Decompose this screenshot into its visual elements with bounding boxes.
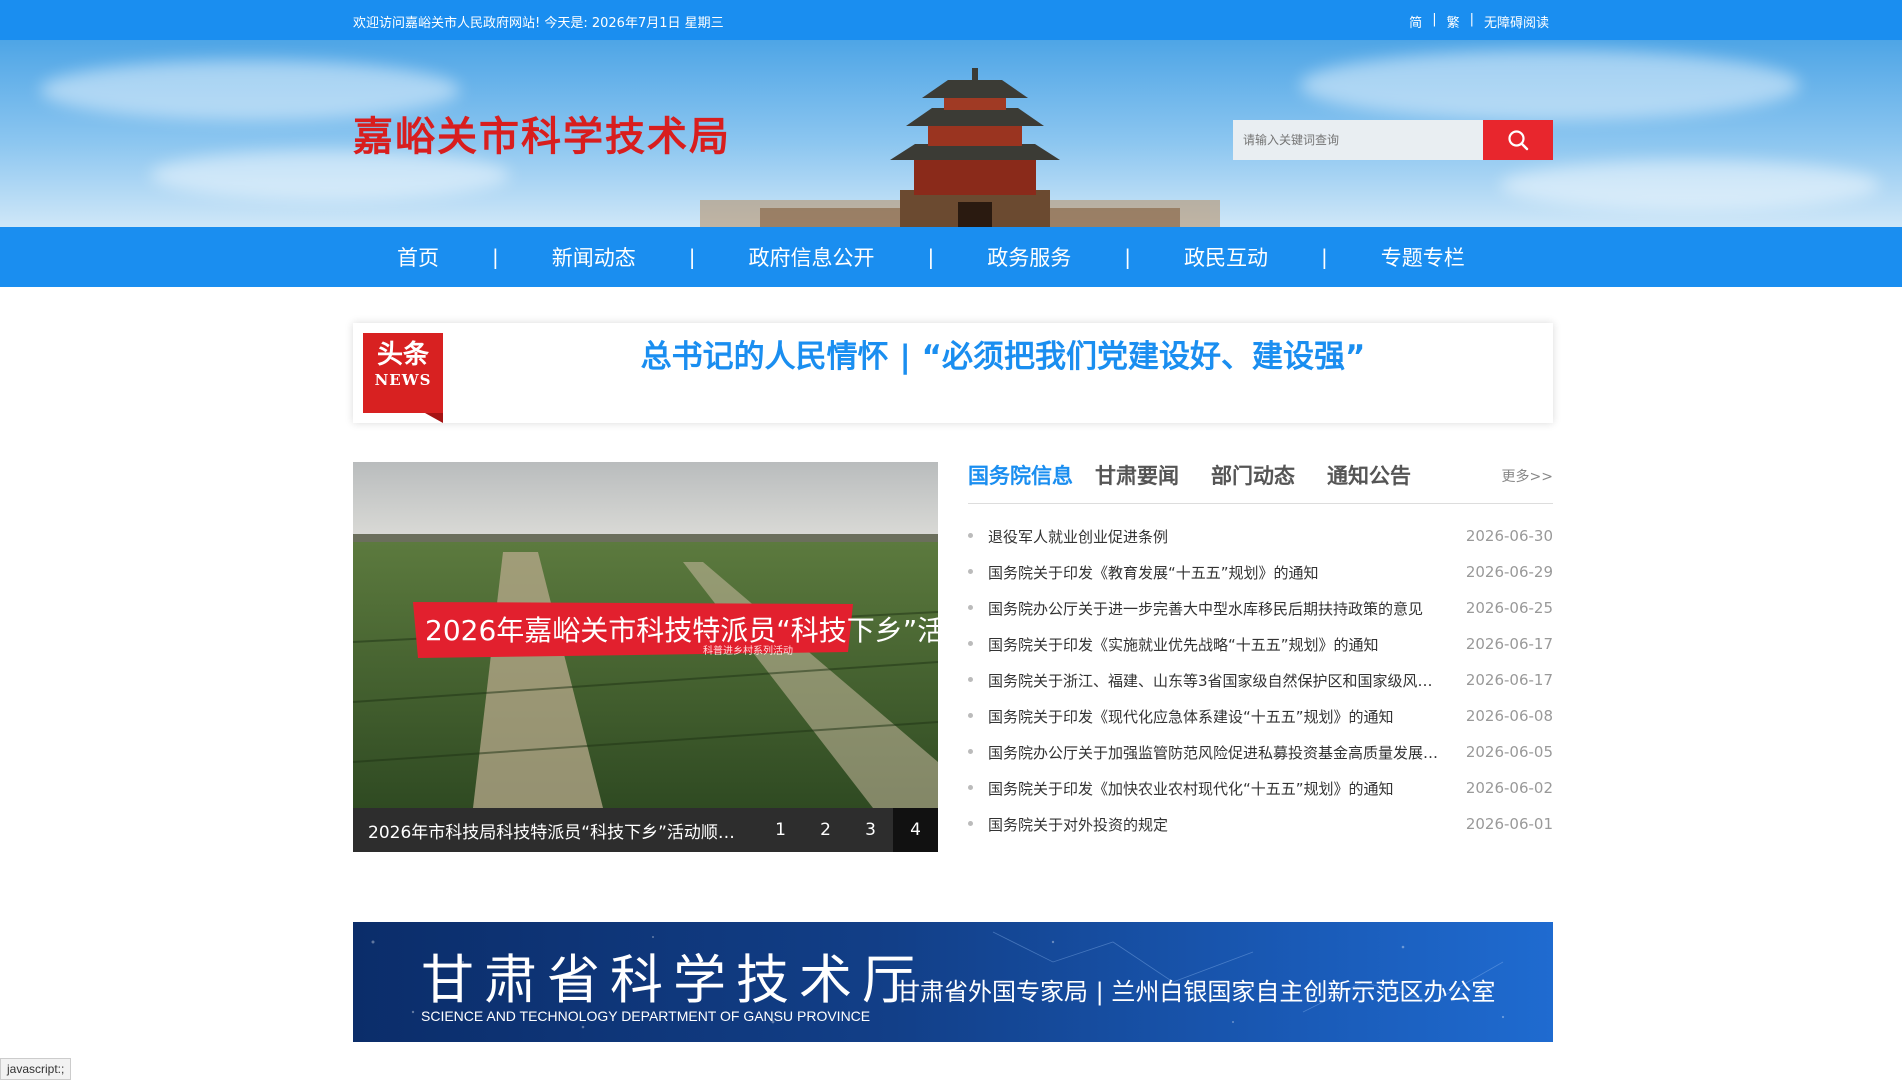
slider-dot-2[interactable]: 2: [803, 808, 848, 852]
bullet-icon: [968, 569, 973, 574]
news-date: 2026-06-17: [1465, 671, 1553, 689]
bullet-icon: [968, 677, 973, 682]
banner-cn-name: 甘肃省科学技术厅: [421, 950, 925, 1011]
badge-en-text: NEWS: [374, 371, 432, 389]
news-title-link[interactable]: 国务院办公厅关于加强监管防范风险促进私募投资基金高质量发展的意见: [988, 742, 1443, 763]
search-input[interactable]: [1233, 120, 1483, 160]
list-item: 国务院办公厅关于加强监管防范风险促进私募投资基金高质量发展的意见 2026-06-…: [968, 734, 1553, 770]
news-title-link[interactable]: 国务院办公厅关于进一步完善大中型水库移民后期扶持政策的意见: [988, 598, 1443, 619]
welcome-text: 欢迎访问嘉峪关市人民政府网站! 今天是: 2026年7月1日 星期三: [353, 16, 724, 31]
tab-gansu-news[interactable]: 甘肃要闻: [1095, 462, 1179, 490]
tab-state-council[interactable]: 国务院信息: [968, 462, 1073, 490]
site-header: 嘉峪关市科学技术局: [0, 40, 1902, 227]
list-item: 国务院关于对外投资的规定 2026-06-01: [968, 806, 1553, 842]
slider-banner-text: 2026年嘉峪关市科技特派员“科技下乡”活动: [425, 614, 938, 647]
news-title-link[interactable]: 国务院关于印发《加快农业农村现代化“十五五”规划》的通知: [988, 778, 1443, 799]
simplified-chinese-link[interactable]: 简: [1409, 12, 1422, 31]
list-item: 国务院关于印发《现代化应急体系建设“十五五”规划》的通知 2026-06-08: [968, 698, 1553, 734]
nav-separator: |: [927, 245, 935, 269]
nav-item-topics[interactable]: 专题专栏: [1381, 242, 1465, 272]
news-list: 退役军人就业创业促进条例 2026-06-30 国务院关于印发《教育发展“十五五”…: [968, 518, 1553, 842]
nav-item-news[interactable]: 新闻动态: [552, 242, 636, 272]
bullet-icon: [968, 713, 973, 718]
headline-link[interactable]: 总书记的人民情怀 | “必须把我们党建设好、建设强”: [453, 331, 1553, 376]
slider-photo[interactable]: 2026年嘉峪关市科技特派员“科技下乡”活动 科普进乡村系列活动: [353, 462, 938, 808]
news-date: 2026-06-25: [1465, 599, 1553, 617]
list-item: 国务院关于印发《加快农业农村现代化“十五五”规划》的通知 2026-06-02: [968, 770, 1553, 806]
browser-status-bar: javascript:;: [0, 1058, 72, 1080]
list-item: 国务院办公厅关于进一步完善大中型水库移民后期扶持政策的意见 2026-06-25: [968, 590, 1553, 626]
top-bar: 欢迎访问嘉峪关市人民政府网站! 今天是: 2026年7月1日 星期三 简 | 繁…: [0, 0, 1902, 40]
traditional-chinese-link[interactable]: 繁: [1447, 12, 1460, 31]
news-date: 2026-06-05: [1465, 743, 1553, 761]
slider-caption[interactable]: 2026年市科技局科技特派员“科技下乡”活动顺利开展: [353, 818, 743, 843]
nav-separator: |: [492, 245, 499, 269]
search-icon: [1508, 130, 1529, 151]
tools-separator: |: [1432, 12, 1437, 27]
bullet-icon: [968, 821, 973, 826]
slider-caption-bar: 2026年市科技局科技特派员“科技下乡”活动顺利开展 1 2 3 4: [353, 808, 938, 852]
news-panel: 国务院信息 甘肃要闻 部门动态 通知公告 更多>> 退役军人就业创业促进条例 20…: [968, 462, 1553, 842]
nav-item-gov-info[interactable]: 政府信息公开: [749, 242, 875, 272]
main-nav: 首页 | 新闻动态 | 政府信息公开 | 政务服务 | 政民互动 | 专题专栏: [0, 227, 1902, 287]
bullet-icon: [968, 749, 973, 754]
news-title-link[interactable]: 退役军人就业创业促进条例: [988, 526, 1443, 547]
tab-department-news[interactable]: 部门动态: [1211, 462, 1295, 490]
search-button[interactable]: [1483, 120, 1553, 160]
bullet-icon: [968, 785, 973, 790]
news-date: 2026-06-02: [1465, 779, 1553, 797]
slider-dot-1[interactable]: 1: [758, 808, 803, 852]
banner-subtitle: 甘肃省外国专家局 | 兰州白银国家自主创新示范区办公室: [896, 978, 1496, 1006]
bullet-icon: [968, 641, 973, 646]
news-title-link[interactable]: 国务院关于印发《教育发展“十五五”规划》的通知: [988, 562, 1443, 583]
news-title-link[interactable]: 国务院关于印发《现代化应急体系建设“十五五”规划》的通知: [988, 706, 1443, 727]
list-item: 国务院关于印发《实施就业优先战略“十五五”规划》的通知 2026-06-17: [968, 626, 1553, 662]
list-item: 国务院关于印发《教育发展“十五五”规划》的通知 2026-06-29: [968, 554, 1553, 590]
gansu-science-banner[interactable]: 甘肃省科学技术厅 SCIENCE AND TECHNOLOGY DEPARTME…: [353, 922, 1553, 1042]
news-title-link[interactable]: 国务院关于浙江、福建、山东等3省国家级自然保护区和国家级风景名胜区调整的批复: [988, 670, 1443, 691]
photo-slider: 2026年嘉峪关市科技特派员“科技下乡”活动 科普进乡村系列活动 2026年市科…: [353, 462, 938, 852]
badge-cn-text: 头条: [376, 340, 429, 370]
slider-dot-4[interactable]: 4: [893, 808, 938, 852]
news-date: 2026-06-08: [1465, 707, 1553, 725]
nav-separator: |: [1321, 245, 1328, 269]
nav-item-services[interactable]: 政务服务: [987, 242, 1071, 272]
banner-en-name: SCIENCE AND TECHNOLOGY DEPARTMENT OF GAN…: [421, 1008, 871, 1024]
nav-separator: |: [688, 245, 696, 269]
search-box: [1233, 120, 1553, 160]
bullet-icon: [968, 605, 973, 610]
bullet-icon: [968, 533, 973, 538]
jiayuguan-tower-image: [700, 68, 1220, 227]
news-date: 2026-06-30: [1465, 527, 1553, 545]
nav-item-interaction[interactable]: 政民互动: [1184, 242, 1268, 272]
news-date: 2026-06-17: [1465, 635, 1553, 653]
tab-notices[interactable]: 通知公告: [1327, 462, 1411, 490]
headline-box: 头条 NEWS 总书记的人民情怀 | “必须把我们党建设好、建设强”: [353, 323, 1553, 423]
news-title-link[interactable]: 国务院关于对外投资的规定: [988, 814, 1443, 835]
more-link[interactable]: 更多>>: [1502, 466, 1553, 486]
tools-separator: |: [1469, 12, 1474, 27]
site-title[interactable]: 嘉峪关市科学技术局: [353, 104, 731, 162]
news-date: 2026-06-29: [1465, 563, 1553, 581]
accessibility-link[interactable]: 无障碍阅读: [1484, 12, 1549, 31]
slider-pagination: 1 2 3 4: [758, 808, 938, 852]
nav-separator: |: [1124, 245, 1131, 269]
headline-news-badge: 头条 NEWS: [363, 333, 443, 423]
slider-banner-subtext: 科普进乡村系列活动: [703, 644, 793, 657]
news-tabs: 国务院信息 甘肃要闻 部门动态 通知公告 更多>>: [968, 462, 1553, 504]
top-tools: 简 | 繁 | 无障碍阅读: [1409, 12, 1549, 31]
news-title-link[interactable]: 国务院关于印发《实施就业优先战略“十五五”规划》的通知: [988, 634, 1443, 655]
slider-dot-3[interactable]: 3: [848, 808, 893, 852]
nav-item-home[interactable]: 首页: [397, 242, 439, 272]
news-date: 2026-06-01: [1465, 815, 1553, 833]
list-item: 退役军人就业创业促进条例 2026-06-30: [968, 518, 1553, 554]
list-item: 国务院关于浙江、福建、山东等3省国家级自然保护区和国家级风景名胜区调整的批复 20…: [968, 662, 1553, 698]
